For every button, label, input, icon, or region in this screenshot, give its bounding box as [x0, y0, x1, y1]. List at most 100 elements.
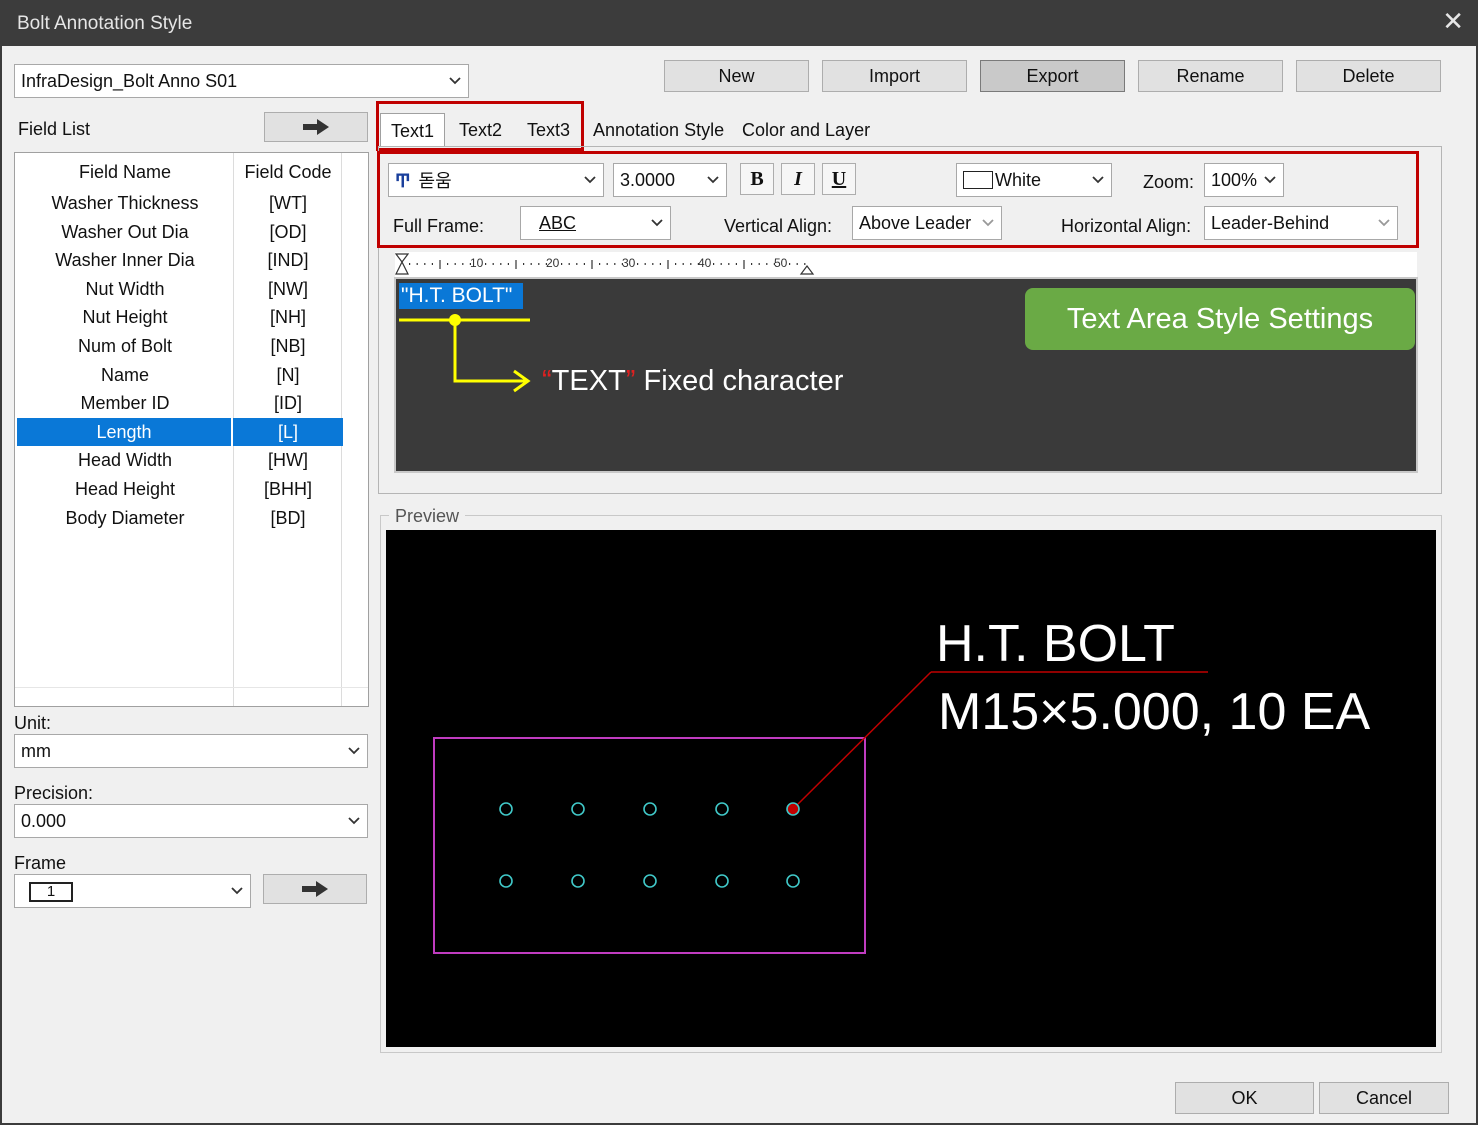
rename-button[interactable]: Rename [1138, 60, 1283, 92]
full-frame-select[interactable]: ABC [520, 206, 671, 240]
unit-select[interactable]: mm [14, 734, 368, 768]
frame-select[interactable]: 1 [14, 874, 251, 908]
callout-quote-open: “ [542, 365, 552, 397]
bold-button[interactable]: B [740, 163, 774, 195]
plate-outline [433, 737, 866, 954]
field-name-cell: Member ID [80, 393, 170, 414]
insert-field-button[interactable] [264, 112, 368, 142]
field-name-cell: Nut Height [82, 307, 168, 328]
tab-color-and-layer[interactable]: Color and Layer [742, 113, 870, 147]
vertical-align-select[interactable]: Above Leader [852, 206, 1002, 240]
title-bar: Bolt Annotation Style ✕ [0, 0, 1478, 46]
frame-sample: 1 [29, 882, 73, 902]
chevron-down-icon [1371, 207, 1397, 239]
table-row[interactable]: Washer Thickness [WT] [17, 189, 343, 217]
chevron-down-icon [442, 65, 468, 97]
zoom-value: 100% [1211, 169, 1257, 190]
font-select[interactable]: Ͳ 돋움 [388, 163, 604, 197]
cancel-button[interactable]: Cancel [1319, 1082, 1449, 1114]
table-row[interactable]: Nut Width [NW] [17, 275, 343, 303]
chevron-down-icon [700, 164, 726, 196]
full-frame-label: Full Frame: [393, 216, 485, 236]
field-name-cell: Name [100, 364, 149, 385]
frame-apply-button[interactable] [263, 874, 367, 904]
table-row[interactable]: Length [L] [17, 417, 343, 446]
editor-selected-text[interactable]: "H.T. BOLT" [399, 283, 524, 309]
zoom-select[interactable]: 100% [1204, 163, 1284, 197]
text-ruler[interactable]: 10 20 30 40 50 [395, 252, 1417, 278]
truetype-font-icon: Ͳ [395, 171, 411, 191]
style-select-value: InfraDesign_Bolt Anno S01 [21, 70, 238, 91]
table-row[interactable]: Body Diameter [BD] [17, 504, 343, 532]
arrow-right-icon [302, 881, 328, 897]
bolt-hole [715, 802, 729, 816]
callout-fixed-rest: Fixed character [635, 365, 844, 397]
chevron-down-icon [341, 805, 367, 837]
vertical-align-label: Vertical Align: [724, 216, 833, 236]
table-row[interactable]: Member ID [ID] [17, 389, 343, 417]
indent-marker-icon [395, 253, 410, 275]
underline-button[interactable]: U [822, 163, 856, 195]
bolt-hole [499, 874, 513, 888]
ruler-mark: 50 [774, 256, 788, 270]
table-row[interactable]: Nut Height [NH] [17, 303, 343, 331]
export-button[interactable]: Export [980, 60, 1125, 92]
window-title: Bolt Annotation Style [17, 13, 193, 34]
new-button[interactable]: New [664, 60, 809, 92]
ok-button[interactable]: OK [1175, 1082, 1314, 1114]
field-name-cell: Washer Thickness [51, 193, 199, 213]
table-row[interactable]: Washer Inner Dia [IND] [17, 246, 343, 274]
frame-label: Frame [14, 853, 67, 873]
arrow-right-icon [303, 119, 329, 135]
field-name-cell: Body Diameter [65, 507, 185, 528]
field-list-table[interactable]: Field Name Field Code Washer Thickness [WT]… [14, 152, 369, 707]
text-height-value: 3.0000 [620, 169, 676, 190]
table-row[interactable]: Head Width [HW] [17, 446, 343, 474]
table-row[interactable]: Num of Bolt [NB] [17, 332, 343, 360]
text-area-style-settings-callout: Text Area Style Settings [1025, 288, 1415, 350]
bolt-hole [499, 802, 513, 816]
field-code-cell: [NH] [270, 307, 306, 328]
precision-select-value: 0.000 [21, 810, 67, 831]
precision-label: Precision: [14, 783, 94, 803]
chevron-down-icon [577, 164, 603, 196]
preview-canvas: H.T. BOLT M15×5.000, 10 EA [386, 530, 1436, 1047]
chevron-down-icon [1257, 164, 1283, 196]
italic-button[interactable]: I [781, 163, 815, 195]
color-name: White [995, 169, 1042, 190]
bolt-hole [643, 874, 657, 888]
full-frame-value: ABC [539, 212, 577, 233]
horizontal-align-select[interactable]: Leader-Behind [1204, 206, 1398, 240]
preview-label: Preview [389, 506, 466, 527]
table-header: Field Name Field Code [17, 158, 343, 186]
table-row[interactable]: Washer Out Dia [OD] [17, 218, 343, 246]
text-height-select[interactable]: 3.0000 [613, 163, 727, 197]
precision-select[interactable]: 0.000 [14, 804, 368, 838]
field-code-cell: [NB] [270, 336, 306, 356]
field-name-cell: Length [17, 417, 233, 446]
table-row[interactable]: Head Height [BHH] [17, 475, 343, 503]
table-row[interactable]: Name [N] [17, 361, 343, 389]
tab-text2[interactable]: Text2 [459, 113, 502, 147]
right-indent-marker-icon [799, 265, 815, 275]
bolt-hole [571, 874, 585, 888]
tab-text1[interactable]: Text1 [380, 113, 446, 147]
color-swatch [963, 171, 993, 189]
preview-drawing [433, 671, 1208, 954]
import-button[interactable]: Import [822, 60, 967, 92]
close-icon[interactable]: ✕ [1442, 8, 1464, 34]
field-code-cell: [L] [233, 417, 343, 446]
field-name-cell: Head Width [77, 450, 173, 471]
field-name-cell: Nut Width [85, 278, 165, 299]
bolt-hole [571, 802, 585, 816]
vertical-align-value: Above Leader [859, 212, 972, 233]
chevron-down-icon [224, 875, 250, 907]
leader-line [792, 671, 932, 810]
font-select-value: Ͳ 돋움 [389, 167, 577, 193]
style-select[interactable]: InfraDesign_Bolt Anno S01 [14, 64, 469, 98]
tab-text3[interactable]: Text3 [527, 113, 570, 147]
bolt-hole [715, 874, 729, 888]
delete-button[interactable]: Delete [1296, 60, 1441, 92]
color-select[interactable]: White [956, 163, 1112, 197]
tab-annotation-style[interactable]: Annotation Style [593, 113, 724, 147]
